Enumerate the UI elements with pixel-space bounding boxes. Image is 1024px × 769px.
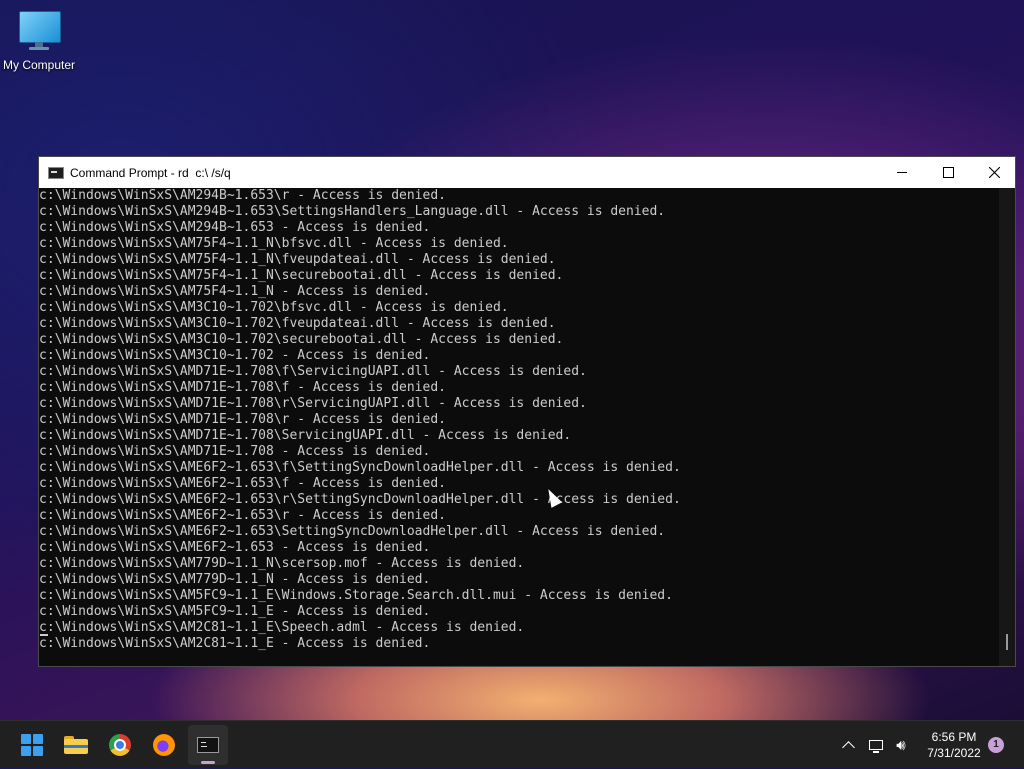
- firefox-button[interactable]: [144, 725, 184, 765]
- chevron-up-icon: [841, 740, 855, 754]
- console-output[interactable]: c:\Windows\WinSxS\AM294B~1.653\r - Acces…: [39, 188, 999, 666]
- console-line: c:\Windows\WinSxS\AME6F2~1.653\r - Acces…: [39, 508, 446, 523]
- taskbar: 🔊︎ 6:56 PM 7/31/2022 1: [0, 720, 1024, 768]
- vertical-scrollbar[interactable]: [999, 188, 1015, 666]
- clock[interactable]: 6:56 PM 7/31/2022: [916, 729, 992, 761]
- console-line: c:\Windows\WinSxS\AM75F4~1.1_N\fveupdate…: [39, 252, 556, 267]
- console-line: c:\Windows\WinSxS\AM75F4~1.1_N\bfsvc.dll…: [39, 236, 509, 251]
- terminal-icon: [197, 737, 219, 753]
- network-button[interactable]: [864, 721, 888, 769]
- console-line: c:\Windows\WinSxS\AME6F2~1.653\SettingSy…: [39, 524, 666, 539]
- console-line: c:\Windows\WinSxS\AME6F2~1.653\r\Setting…: [39, 492, 681, 507]
- text-cursor: [40, 634, 48, 636]
- notification-badge[interactable]: 1: [988, 737, 1004, 753]
- console-line: c:\Windows\WinSxS\AM3C10~1.702\fveupdate…: [39, 316, 556, 331]
- command-prompt-taskbar-button[interactable]: [188, 725, 228, 765]
- console-line: c:\Windows\WinSxS\AMD71E~1.708\f - Acces…: [39, 380, 446, 395]
- folder-icon: [64, 736, 88, 754]
- scrollbar-thumb[interactable]: [1006, 634, 1008, 650]
- monitor-icon: [17, 8, 61, 52]
- show-hidden-icons-button[interactable]: [838, 721, 858, 769]
- console-line: c:\Windows\WinSxS\AM5FC9~1.1_E\Windows.S…: [39, 588, 673, 603]
- console-line: c:\Windows\WinSxS\AMD71E~1.708 - Access …: [39, 444, 431, 459]
- clock-time: 6:56 PM: [931, 730, 977, 744]
- windows-logo-icon: [21, 734, 43, 756]
- desktop-icon-my-computer[interactable]: My Computer: [0, 8, 78, 72]
- title-bar[interactable]: Command Prompt - rd c:\ /s/q: [39, 157, 1015, 188]
- command-prompt-icon[interactable]: [48, 166, 64, 179]
- console-line: c:\Windows\WinSxS\AM3C10~1.702\secureboo…: [39, 332, 564, 347]
- console-line: c:\Windows\WinSxS\AMD71E~1.708\r\Servici…: [39, 396, 587, 411]
- maximize-button[interactable]: [925, 157, 971, 188]
- console-line: c:\Windows\WinSxS\AM3C10~1.702\bfsvc.dll…: [39, 300, 509, 315]
- console-line: c:\Windows\WinSxS\AM3C10~1.702 - Access …: [39, 348, 431, 363]
- start-button[interactable]: [12, 725, 52, 765]
- console-line: c:\Windows\WinSxS\AME6F2~1.653 - Access …: [39, 540, 431, 555]
- file-explorer-button[interactable]: [56, 725, 96, 765]
- chrome-button[interactable]: [100, 725, 140, 765]
- minimize-button[interactable]: [879, 157, 925, 188]
- network-icon: [869, 740, 883, 753]
- speaker-icon: 🔊︎: [896, 736, 906, 754]
- desktop-icon-label: My Computer: [2, 58, 76, 72]
- maximize-icon: [942, 167, 954, 178]
- console-line: c:\Windows\WinSxS\AMD71E~1.708\r - Acces…: [39, 412, 446, 427]
- console-line: c:\Windows\WinSxS\AM294B~1.653\r - Acces…: [39, 188, 446, 203]
- console-line: c:\Windows\WinSxS\AMD71E~1.708\f\Servici…: [39, 364, 587, 379]
- clock-date: 7/31/2022: [927, 746, 981, 760]
- command-prompt-window[interactable]: Command Prompt - rd c:\ /s/q c:\Windows\…: [38, 156, 1016, 667]
- console-line: c:\Windows\WinSxS\AM2C81~1.1_E\Speech.ad…: [39, 620, 525, 635]
- console-line: c:\Windows\WinSxS\AME6F2~1.653\f - Acces…: [39, 476, 446, 491]
- console-line: c:\Windows\WinSxS\AM75F4~1.1_N\secureboo…: [39, 268, 564, 283]
- console-line: c:\Windows\WinSxS\AM779D~1.1_N - Access …: [39, 572, 431, 587]
- chrome-icon: [109, 734, 131, 756]
- close-button[interactable]: [971, 157, 1017, 188]
- close-icon: [988, 167, 1000, 178]
- console-line: c:\Windows\WinSxS\AM2C81~1.1_E - Access …: [39, 636, 431, 651]
- console-line: c:\Windows\WinSxS\AM294B~1.653 - Access …: [39, 220, 431, 235]
- active-indicator: [201, 761, 215, 764]
- console-line: c:\Windows\WinSxS\AM5FC9~1.1_E - Access …: [39, 604, 431, 619]
- console-line: c:\Windows\WinSxS\AME6F2~1.653\f\Setting…: [39, 460, 681, 475]
- console-line: c:\Windows\WinSxS\AM75F4~1.1_N - Access …: [39, 284, 431, 299]
- console-line: c:\Windows\WinSxS\AMD71E~1.708\Servicing…: [39, 428, 572, 443]
- firefox-icon: [153, 734, 175, 756]
- volume-button[interactable]: 🔊︎: [890, 721, 912, 769]
- minimize-icon: [897, 172, 907, 173]
- window-title: Command Prompt - rd c:\ /s/q: [70, 165, 231, 180]
- console-line: c:\Windows\WinSxS\AM779D~1.1_N\scersop.m…: [39, 556, 525, 571]
- console-line: c:\Windows\WinSxS\AM294B~1.653\SettingsH…: [39, 204, 666, 219]
